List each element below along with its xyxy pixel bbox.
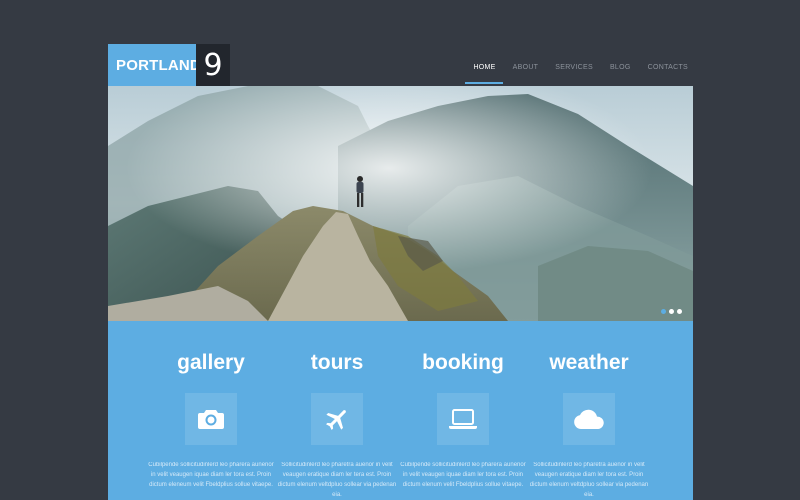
slider-dot[interactable]: [669, 309, 674, 314]
feature-description: Sollicitudinlerd leo pharetra auenor in …: [277, 462, 397, 498]
cloud-icon[interactable]: [563, 393, 615, 445]
feature-title[interactable]: booking: [400, 351, 526, 375]
camera-icon[interactable]: [185, 393, 237, 445]
slider-dot[interactable]: [661, 309, 666, 314]
feature-title[interactable]: tours: [274, 351, 400, 375]
nav-item-about[interactable]: ABOUT: [500, 64, 543, 84]
slider-dot[interactable]: [677, 309, 682, 314]
feature-title[interactable]: gallery: [148, 351, 274, 375]
nav-item-contacts[interactable]: CONTACTS: [635, 64, 692, 84]
logo-name: PORTLAND: [108, 44, 201, 86]
nav-item-blog[interactable]: BLOG: [597, 64, 635, 84]
feature-description: Cubilpende sollicitudinlerd leo pharera …: [148, 462, 274, 488]
laptop-icon[interactable]: [437, 393, 489, 445]
features-section: gallery Cubilpende sollicitudinlerd leo …: [108, 321, 693, 500]
site-logo[interactable]: PORTLAND 9: [108, 44, 230, 86]
slider-dots: [661, 309, 682, 314]
plane-icon[interactable]: [311, 393, 363, 445]
feature-description: Sollicitudinlerd leo pharetra auenor in …: [529, 462, 649, 498]
hero-slider: [108, 86, 693, 321]
main-nav: HOME ABOUT SERVICES BLOG CONTACTS: [460, 64, 692, 84]
feature-description: Cubilpende sollicitudinlerd leo pharera …: [400, 462, 526, 488]
nav-item-services[interactable]: SERVICES: [542, 64, 597, 84]
feature-title[interactable]: weather: [526, 351, 652, 375]
logo-number: 9: [196, 44, 230, 86]
nav-item-home[interactable]: HOME: [460, 64, 503, 84]
hero-image: [108, 86, 693, 321]
